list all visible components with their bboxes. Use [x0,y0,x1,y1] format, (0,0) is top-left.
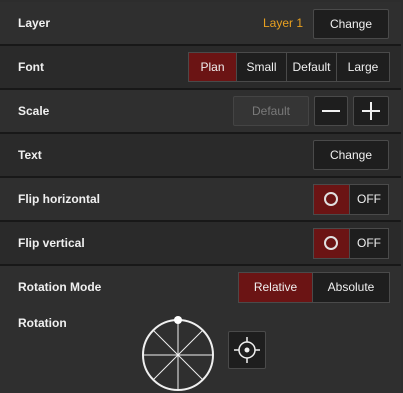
font-option-default[interactable]: Default [287,53,337,81]
toggle-knob [314,185,350,214]
scale-row: Scale Default [0,90,401,134]
flip-vertical-toggle[interactable]: OFF [313,228,389,259]
rotation-handle[interactable] [174,316,182,324]
text-row: Text Change [0,134,401,178]
flip-horizontal-label: Flip horizontal [18,192,100,206]
flip-horizontal-row: Flip horizontal OFF [0,178,401,222]
font-selector: Plan Small Default Large [188,52,390,82]
rotation-mode-row: Rotation Mode Relative Absolute [0,266,401,310]
circle-icon [324,236,338,250]
flip-vertical-row: Flip vertical OFF [0,222,401,266]
rotation-mode-absolute[interactable]: Absolute [313,273,389,302]
layer-change-button[interactable]: Change [313,9,389,39]
rotation-mode-label: Rotation Mode [18,280,102,294]
font-label: Font [18,60,44,74]
plus-icon [362,102,380,120]
rotation-dial-icon[interactable] [138,312,218,392]
font-row: Font Plan Small Default Large [0,46,401,90]
scale-increase-button[interactable] [353,96,389,126]
text-label: Text [18,148,42,162]
text-change-button[interactable]: Change [313,140,389,170]
scale-default-button[interactable]: Default [233,96,309,126]
properties-panel: Layer Layer 1 Change Font Plan Small Def… [0,0,403,393]
rotation-label: Rotation [18,316,67,330]
rotation-center-button[interactable] [228,331,266,369]
layer-row: Layer Layer 1 Change [0,2,401,46]
crosshair-icon [234,337,260,363]
flip-horizontal-toggle[interactable]: OFF [313,184,389,215]
flip-vertical-state: OFF [357,236,381,250]
font-option-plan[interactable]: Plan [189,53,237,81]
font-option-large[interactable]: Large [337,53,389,81]
flip-vertical-label: Flip vertical [18,236,85,250]
circle-icon [324,192,338,206]
scale-label: Scale [18,104,50,118]
scale-decrease-button[interactable] [314,96,348,126]
rotation-mode-selector: Relative Absolute [238,272,390,303]
rotation-row: Rotation [0,308,401,393]
layer-value: Layer 1 [263,16,304,30]
layer-label: Layer [18,16,51,30]
toggle-knob [314,229,350,258]
rotation-mode-relative[interactable]: Relative [239,273,313,302]
flip-horizontal-state: OFF [357,192,381,206]
font-option-small[interactable]: Small [237,53,287,81]
minus-icon [322,110,340,112]
